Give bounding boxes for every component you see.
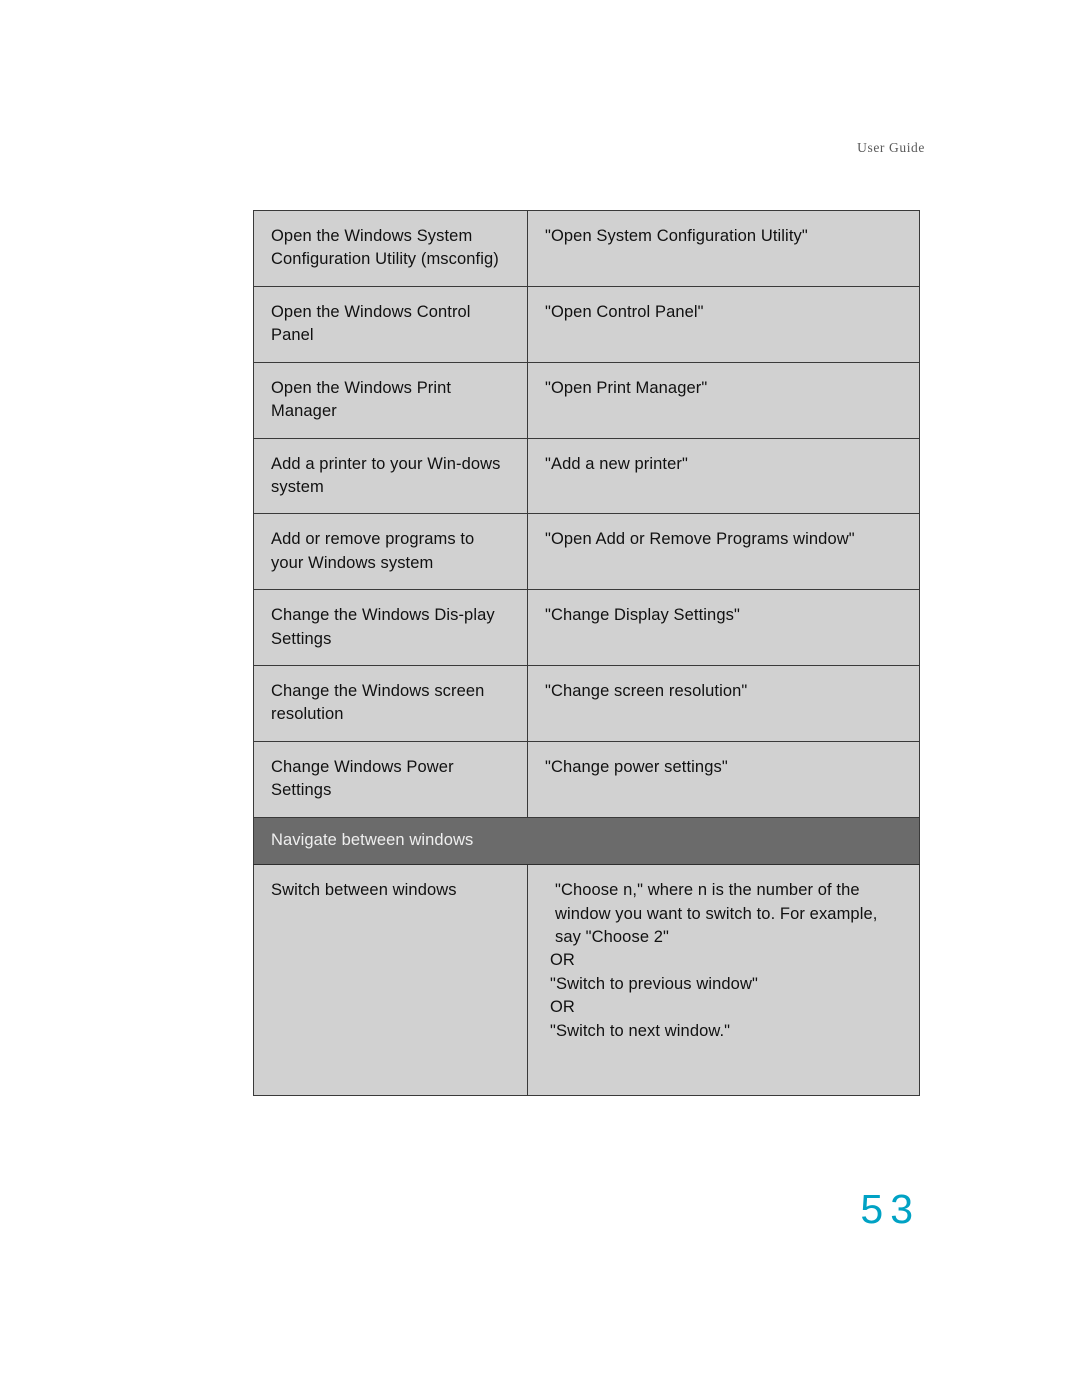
page-number: 53 bbox=[860, 1186, 920, 1232]
section-header-title: Navigate between windows bbox=[253, 816, 920, 866]
command-line: "Switch to previous window" bbox=[550, 974, 758, 993]
command-cell: "Change Display Settings" bbox=[527, 589, 920, 667]
command-line: OR bbox=[550, 951, 575, 970]
table-section-header-row: Navigate between windows bbox=[253, 816, 920, 866]
task-cell: Change the Windows screen resolution bbox=[253, 665, 528, 742]
task-cell: Add or remove programs to your Windows s… bbox=[253, 513, 528, 591]
table-body: Open the Windows System Configuration Ut… bbox=[253, 210, 920, 1097]
command-cell: "Open System Configuration Utility" bbox=[527, 210, 920, 287]
task-cell: Open the Windows Print Manager bbox=[253, 361, 528, 439]
table-row: Open the Windows Control Panel "Open Con… bbox=[253, 285, 920, 363]
command-line: "Switch to next window." bbox=[550, 1021, 731, 1040]
voice-command-table: Open the Windows System Configuration Ut… bbox=[253, 210, 920, 1097]
command-cell: "Add a new printer" bbox=[527, 437, 920, 515]
command-cell: "Choose n," where n is the number of the… bbox=[527, 864, 920, 1097]
table-row: Change Windows Power Settings "Change po… bbox=[253, 740, 920, 818]
task-cell: Change the Windows Dis-play Settings bbox=[253, 589, 528, 667]
command-cell: "Open Control Panel" bbox=[527, 285, 920, 363]
table-row: Change the Windows Dis-play Settings "Ch… bbox=[253, 589, 920, 667]
command-line: OR bbox=[550, 998, 575, 1017]
command-cell: "Open Add or Remove Programs window" bbox=[527, 513, 920, 591]
task-cell: Switch between windows bbox=[253, 864, 528, 1097]
table-row: Open the Windows Print Manager "Open Pri… bbox=[253, 361, 920, 439]
command-line: "Choose n," where n is the number of the… bbox=[555, 881, 878, 947]
table-row: Open the Windows System Configuration Ut… bbox=[253, 210, 920, 287]
task-cell: Change Windows Power Settings bbox=[253, 740, 528, 818]
task-cell: Open the Windows System Configuration Ut… bbox=[253, 210, 528, 287]
table-row: Add or remove programs to your Windows s… bbox=[253, 513, 920, 591]
table-row: Add a printer to your Win-dows system "A… bbox=[253, 437, 920, 515]
table-row: Change the Windows screen resolution "Ch… bbox=[253, 665, 920, 742]
running-header: User Guide bbox=[857, 140, 925, 155]
task-cell: Open the Windows Control Panel bbox=[253, 285, 528, 363]
task-cell: Add a printer to your Win-dows system bbox=[253, 437, 528, 515]
table-row: Switch between windows "Choose n," where… bbox=[253, 864, 920, 1097]
command-cell: "Change screen resolution" bbox=[527, 665, 920, 742]
command-cell: "Change power settings" bbox=[527, 740, 920, 818]
command-cell: "Open Print Manager" bbox=[527, 361, 920, 439]
